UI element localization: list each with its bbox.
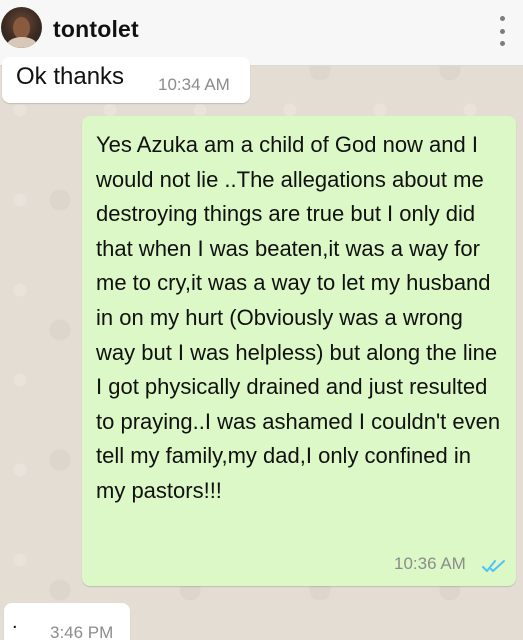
message-bubble-incoming[interactable]: Ok thanks 10:34 AM bbox=[2, 57, 250, 103]
more-vertical-icon[interactable] bbox=[494, 16, 510, 46]
menu-dot bbox=[499, 16, 505, 21]
message-text: . bbox=[12, 611, 18, 633]
menu-dot bbox=[499, 41, 505, 46]
message-text: Yes Azuka am a child of God now and I wo… bbox=[96, 132, 501, 503]
menu-dot bbox=[499, 28, 505, 34]
contact-name[interactable]: tontolet bbox=[53, 16, 139, 43]
message-bubble-outgoing[interactable]: Yes Azuka am a child of God now and I wo… bbox=[82, 116, 516, 586]
avatar-shirt bbox=[7, 37, 37, 48]
double-check-icon bbox=[482, 560, 505, 572]
avatar[interactable] bbox=[1, 7, 42, 48]
message-time: 10:36 AM bbox=[394, 554, 466, 573]
message-time: 10:34 AM bbox=[158, 75, 230, 94]
message-time: 3:46 PM bbox=[50, 623, 114, 640]
avatar-face bbox=[13, 17, 30, 39]
message-bubble-incoming[interactable]: . 3:46 PM bbox=[4, 603, 130, 640]
message-text: Ok thanks bbox=[16, 63, 125, 90]
